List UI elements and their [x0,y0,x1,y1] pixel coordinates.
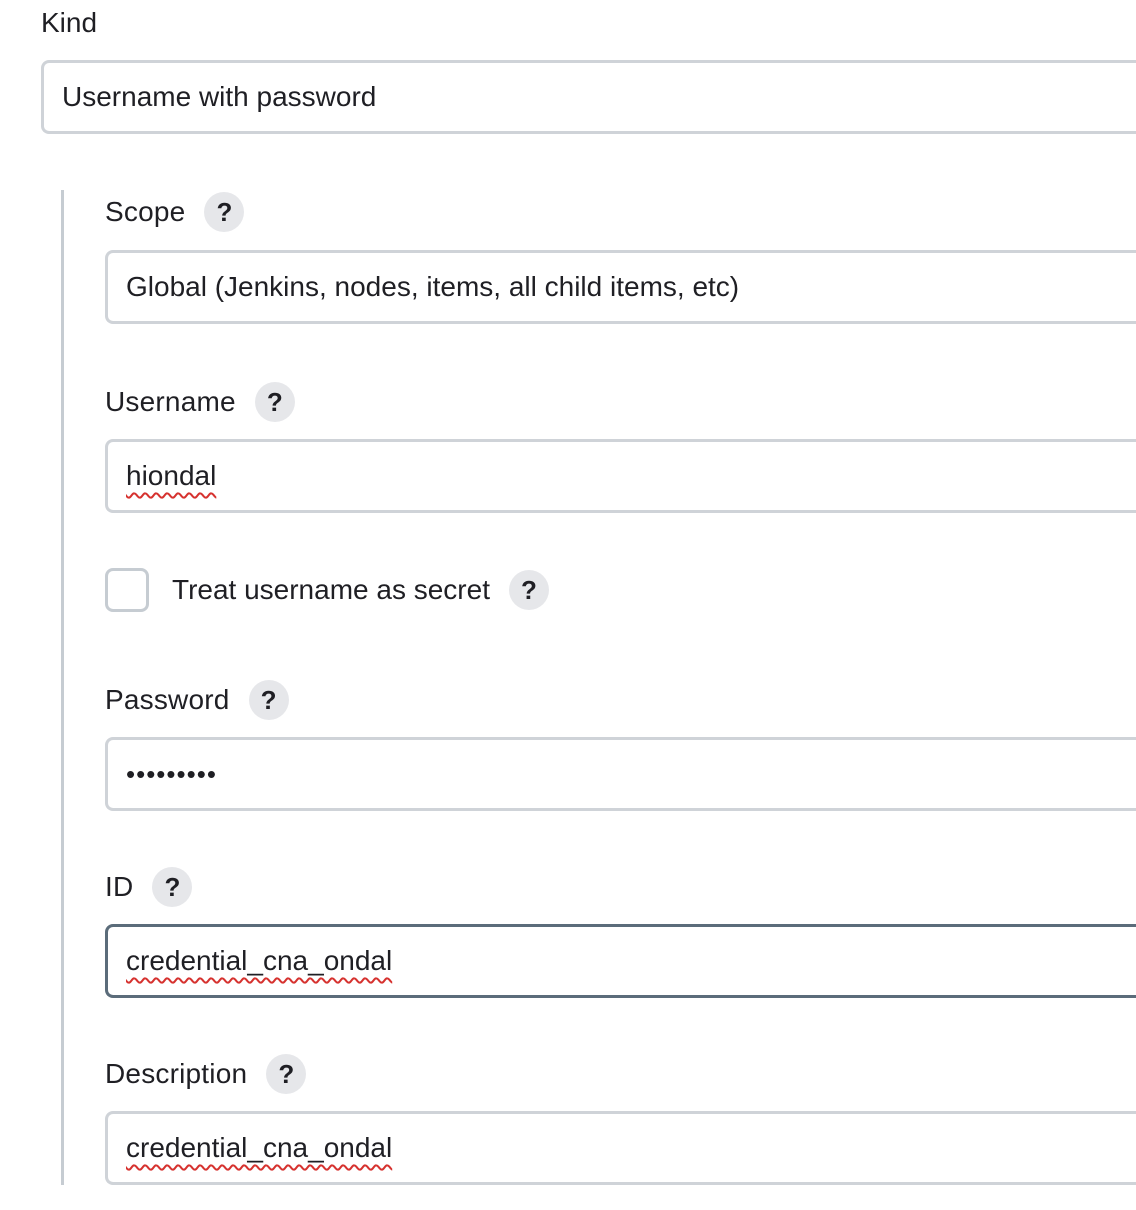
username-input-value: hiondal [126,460,217,491]
password-input-value: ••••••••• [126,759,217,789]
id-label: ID [105,871,134,902]
scope-label: Scope [105,196,186,227]
kind-select[interactable]: Username with password [41,60,1136,134]
description-input-value: credential_cna_ondal [126,1132,393,1163]
username-label-row: Username ? [105,382,295,422]
treat-secret-checkbox[interactable] [105,568,149,612]
password-input[interactable]: ••••••••• [105,737,1136,811]
id-help-icon[interactable]: ? [152,867,193,907]
id-label-row: ID ? [105,867,193,907]
scope-select[interactable]: Global (Jenkins, nodes, items, all child… [105,250,1136,324]
treat-secret-row: Treat username as secret ? [105,568,549,612]
section-indent-bar [61,190,64,1185]
treat-secret-label[interactable]: Treat username as secret [172,574,490,606]
scope-help-icon[interactable]: ? [204,192,245,232]
password-label: Password [105,684,230,715]
kind-label: Kind [41,7,98,38]
username-label: Username [105,386,236,417]
username-help-icon[interactable]: ? [254,382,295,422]
kind-select-value: Username with password [62,81,377,112]
description-help-icon[interactable]: ? [266,1054,307,1094]
password-help-icon[interactable]: ? [248,680,289,720]
description-input[interactable]: credential_cna_ondal [105,1111,1136,1185]
scope-label-row: Scope ? [105,192,245,232]
description-label: Description [105,1058,248,1089]
description-label-row: Description ? [105,1054,307,1094]
username-input[interactable]: hiondal [105,439,1136,513]
id-input-value: credential_cna_ondal [126,945,393,976]
treat-secret-help-icon[interactable]: ? [508,570,549,610]
id-input[interactable]: credential_cna_ondal [105,924,1136,998]
password-label-row: Password ? [105,680,289,720]
scope-select-value: Global (Jenkins, nodes, items, all child… [126,271,740,302]
